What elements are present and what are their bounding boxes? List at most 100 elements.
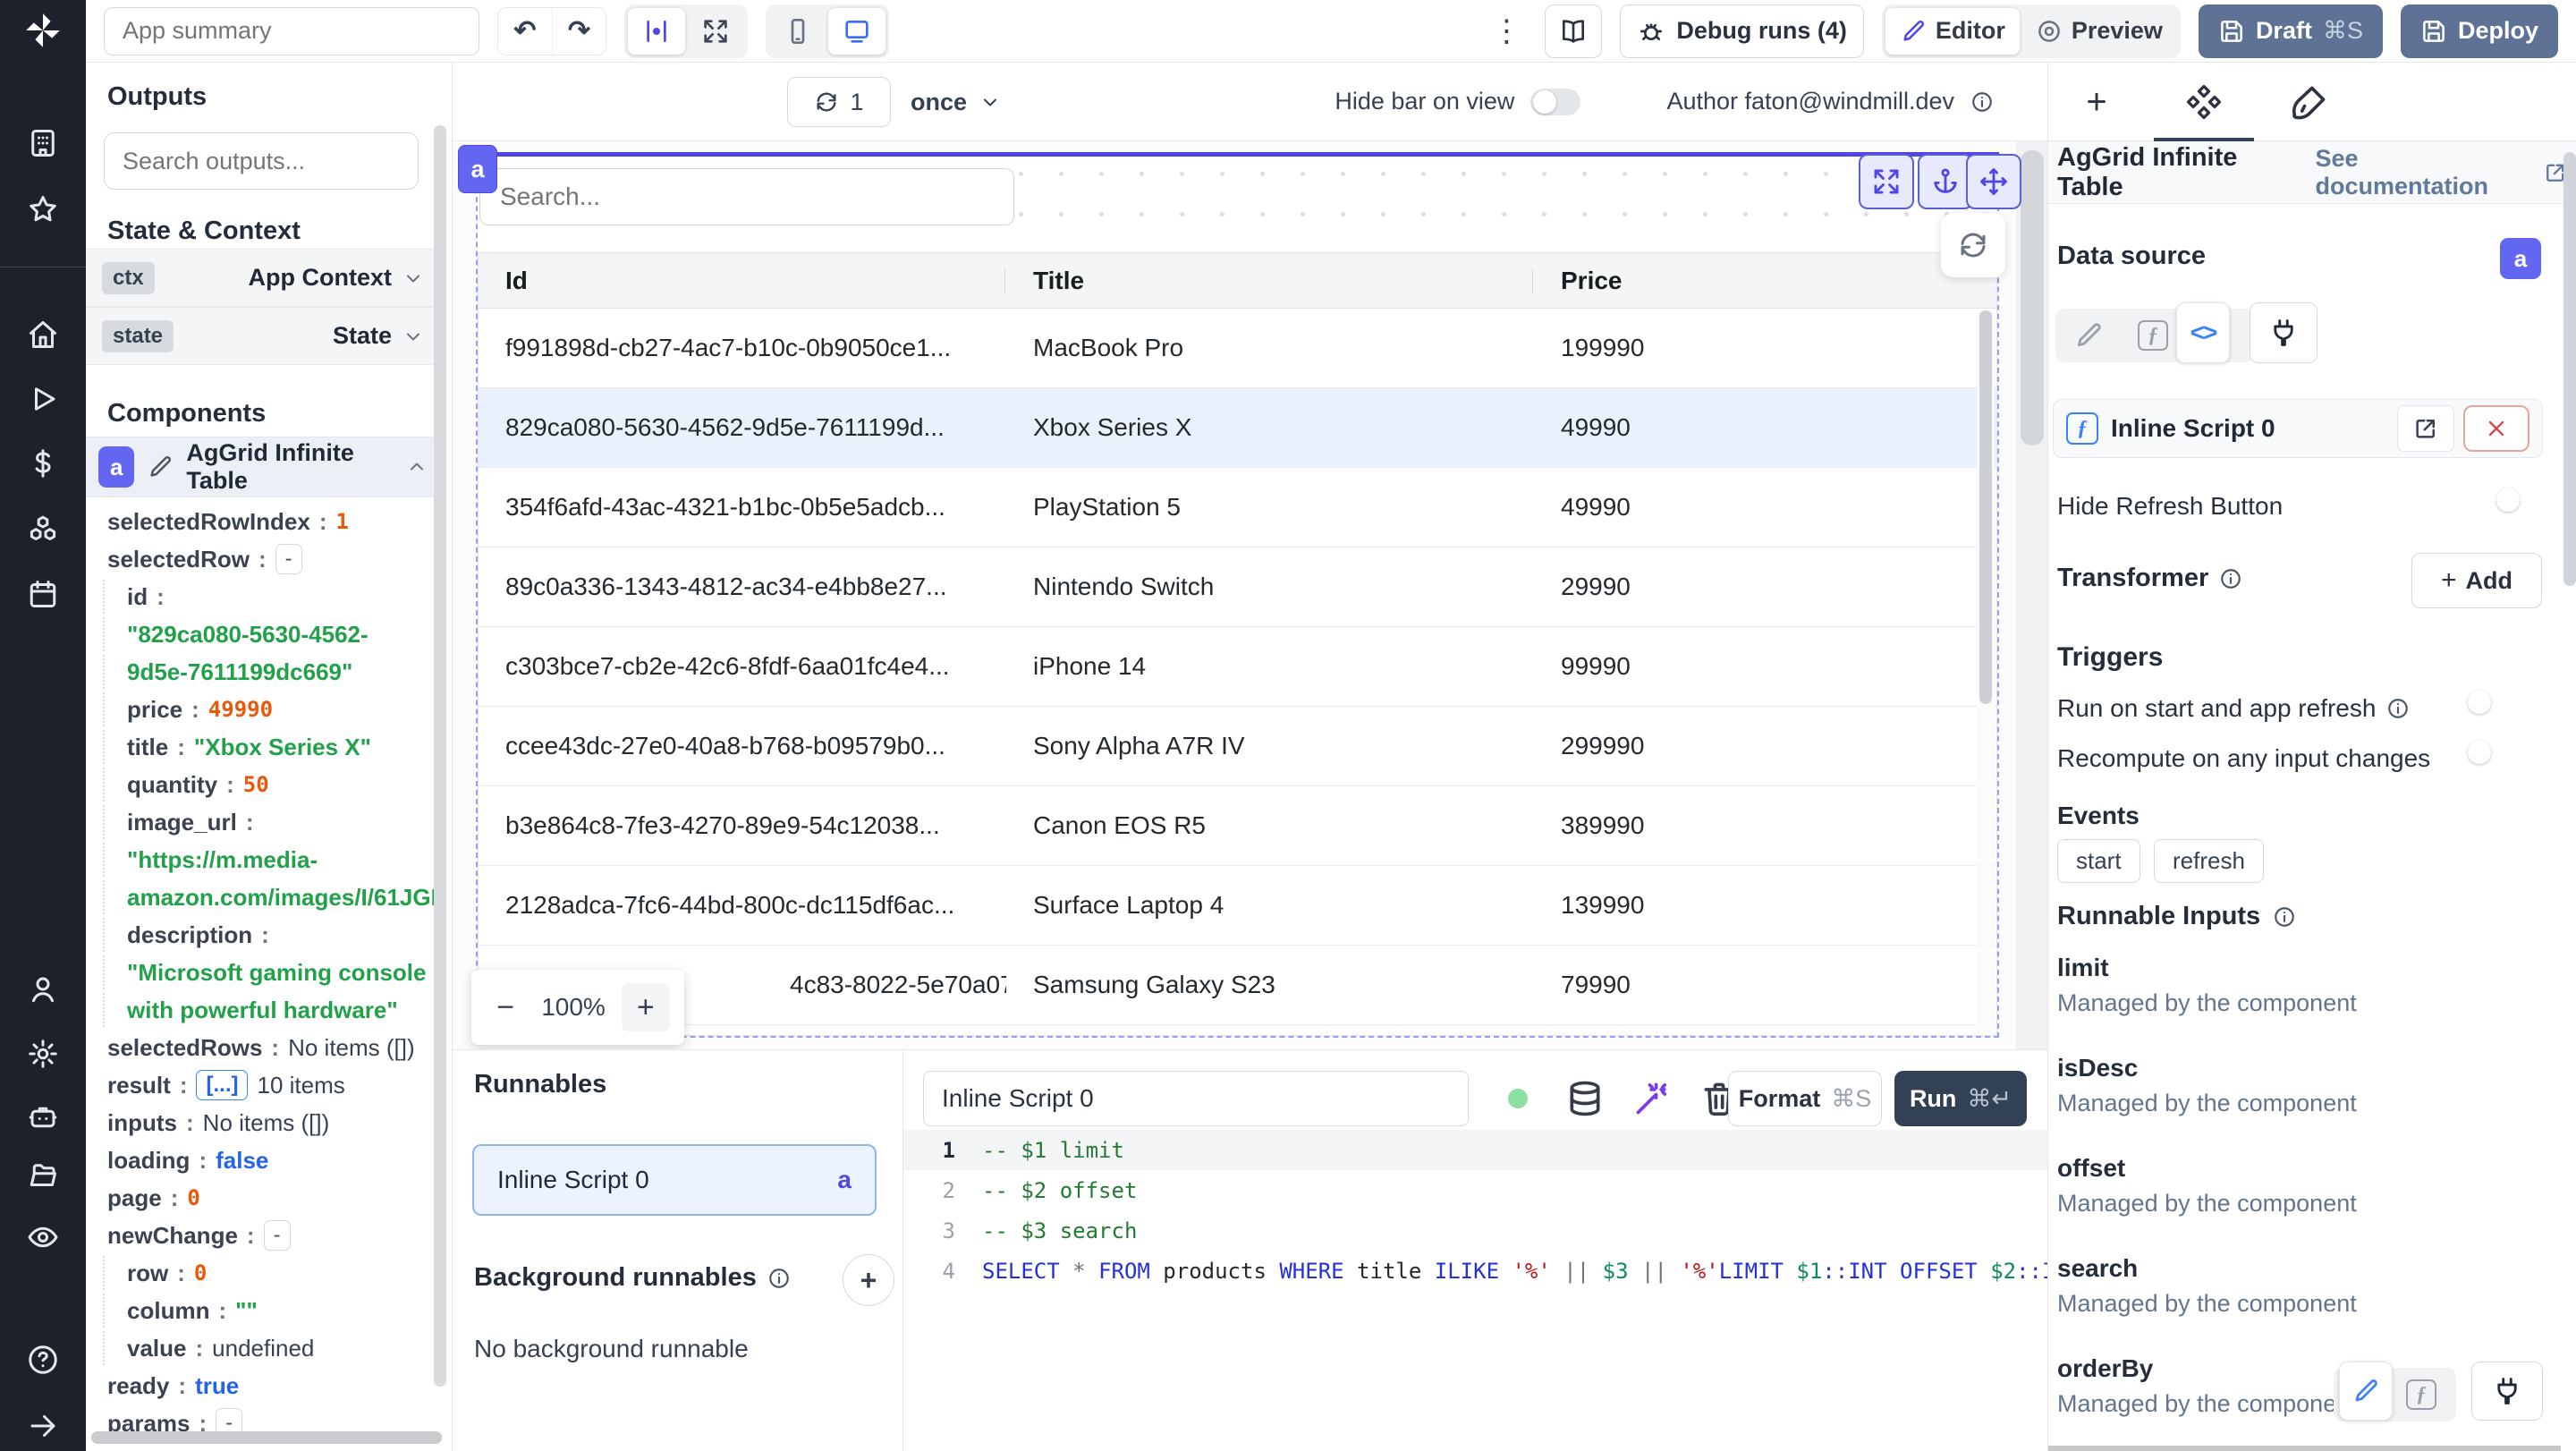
component-move-button[interactable] [1966,154,2021,209]
output-tree-row[interactable]: result: [...] 10 items [86,1066,435,1104]
cubes-icon[interactable] [27,513,59,546]
canvas-scrollbar[interactable] [2016,141,2047,1049]
database-fx-icon[interactable]: ƒ [2406,1379,2436,1410]
code-line[interactable]: 1 -- $1 limit [903,1130,2047,1170]
output-tree-row[interactable]: with powerful hardware" [86,991,435,1029]
static-mode-pencil-icon[interactable] [2073,320,2104,351]
output-tree-row[interactable]: description: [86,916,435,954]
output-tree-row[interactable]: title: "Xbox Series X" [86,728,435,766]
more-menu-button[interactable]: ⋮ [1486,13,1527,49]
dollar-icon[interactable] [27,447,59,479]
chevron-down-icon[interactable] [402,267,424,289]
home-icon[interactable] [27,318,59,351]
output-tree-row[interactable]: image_url: [86,803,435,841]
play-icon[interactable] [27,383,59,415]
table-row[interactable]: c303bce7-cb2e-42c6-8fdf-6aa01fc4e4... iPh… [479,627,1996,707]
settings-icon[interactable] [27,1038,59,1070]
info-icon[interactable] [2386,697,2410,720]
component-refresh-button[interactable] [1941,213,2005,277]
output-tree-row[interactable]: loading: false [86,1141,435,1179]
code-mode-button[interactable]: <> [2176,302,2230,363]
info-icon[interactable] [2219,567,2242,590]
hide-bar-toggle[interactable] [1530,88,1581,115]
grid-search-input[interactable] [479,168,1014,225]
info-icon[interactable] [767,1267,791,1290]
mobile-view-button[interactable] [769,8,826,55]
tree-collapse-toggle[interactable]: [...] [196,1070,249,1100]
inspector-scrollbar[interactable] [2563,152,2576,586]
eye-icon[interactable] [27,1221,59,1253]
redo-button[interactable]: ↷ [552,7,606,55]
table-row[interactable]: ccee43dc-27e0-40a8-b768-b09579b0... Sony … [479,707,1996,786]
output-tree-row[interactable]: page:0 [86,1179,435,1217]
component-anchor-button[interactable] [1918,154,1973,209]
tab-preview[interactable]: Preview [2021,8,2177,55]
template-mode-fx-icon[interactable]: ƒ [2138,320,2168,351]
code-editor[interactable]: 1 -- $1 limit 2 -- $2 offset 3 -- $3 search 4 S… [903,1130,2094,1451]
component-tree-item[interactable]: a AgGrid Infinite Table [86,437,440,497]
output-tree-row[interactable]: newChange: - [86,1217,435,1254]
user-icon[interactable] [27,973,59,1006]
windmill-logo-icon[interactable] [21,9,64,52]
deploy-button[interactable]: Deploy [2400,4,2558,58]
output-tree-row[interactable]: 9d5e-7611199dc669" [86,653,435,691]
output-tree-row[interactable]: id: [86,578,435,615]
code-line[interactable]: 3 -- $3 search [903,1210,2047,1251]
desktop-view-button[interactable] [828,7,886,55]
output-tree-row[interactable]: column: "" [86,1292,435,1329]
table-row[interactable]: 2128adca-7fc6-44bd-800c-dc115df6ac... Sur… [479,866,1996,946]
chevron-up-icon[interactable] [406,456,428,478]
output-tree-row[interactable]: inputs: No items ([]) [86,1104,435,1141]
remove-script-button[interactable] [2463,405,2529,452]
format-button[interactable]: Format ⌘S [1728,1071,1882,1126]
state-row[interactable]: state State [86,307,440,365]
debug-runs-button[interactable]: Debug runs (4) [1620,4,1864,58]
event-chip-start[interactable]: start [2057,839,2140,883]
output-tree-row[interactable]: "Microsoft gaming console [86,954,435,991]
insert-component-tab[interactable]: + [2077,82,2116,122]
table-row[interactable]: f991898d-cb27-4ac7-b10c-0b9050ce1... MacB… [479,309,1996,388]
styling-tab[interactable] [2290,82,2329,122]
runnable-item-inline-script-0[interactable]: Inline Script 0 a [472,1144,877,1216]
tree-collapse-toggle[interactable]: - [263,1220,291,1251]
output-tree-row[interactable]: quantity:50 [86,766,435,803]
star-icon[interactable] [27,193,59,225]
output-tree-row[interactable]: value: undefined [86,1329,435,1367]
code-line[interactable]: 2 -- $2 offset [903,1170,2047,1210]
zoom-in-button[interactable]: + [621,983,670,1031]
see-documentation-link[interactable]: See documentation [2316,145,2568,200]
table-row[interactable]: 829ca080-5630-4562-9d5e-7611199d... Xbox … [479,388,1996,468]
pencil-icon[interactable] [147,454,174,480]
ai-wand-button[interactable] [1632,1079,1672,1118]
output-tree-row[interactable]: amazon.com/images/I/61JGKhc [86,878,435,916]
column-header-price[interactable]: Price [1534,253,1996,308]
table-row[interactable]: b3e864c8-7fe3-4270-89e9-54c12038... Canon… [479,786,1996,866]
app-summary-input[interactable] [104,6,479,55]
outputs-search-input[interactable] [104,132,419,190]
output-tree-row[interactable]: "829ca080-5630-4562- [86,615,435,653]
add-background-runnable-button[interactable]: + [843,1254,894,1306]
run-button[interactable]: Run ⌘↵ [1894,1071,2027,1126]
component-expand-button[interactable] [1859,154,1914,209]
open-script-button[interactable] [2397,405,2454,452]
output-tree-row[interactable]: ready: true [86,1367,435,1404]
tree-collapse-toggle[interactable]: - [275,544,302,574]
arrow-right-icon[interactable] [27,1410,59,1442]
refresh-count-button[interactable]: 1 [787,77,891,127]
help-icon[interactable] [27,1344,59,1376]
tab-editor[interactable]: Editor [1885,7,2020,55]
database-button[interactable] [1565,1079,1605,1118]
undo-button[interactable]: ↶ [498,7,552,55]
connect-mode-button[interactable] [2250,302,2318,363]
grid-scrollbar[interactable] [1977,310,1995,1033]
ctx-row[interactable]: ctx App Context [86,249,440,307]
table-row[interactable]: 89c0a336-1343-4812-ac34-e4bb8e27... Ninte… [479,547,1996,627]
calendar-icon[interactable] [27,578,59,610]
output-tree-row[interactable]: selectedRow: - [86,540,435,578]
output-tree-row[interactable]: selectedRowIndex:1 [86,503,435,540]
schedule-dropdown[interactable]: once [911,77,1001,127]
folder-icon[interactable] [27,1159,59,1192]
event-chip-refresh[interactable]: refresh [2154,839,2264,883]
info-icon[interactable] [1970,90,1994,114]
code-line[interactable]: 4 SELECT * FROM products WHERE title ILIK… [903,1251,2094,1291]
